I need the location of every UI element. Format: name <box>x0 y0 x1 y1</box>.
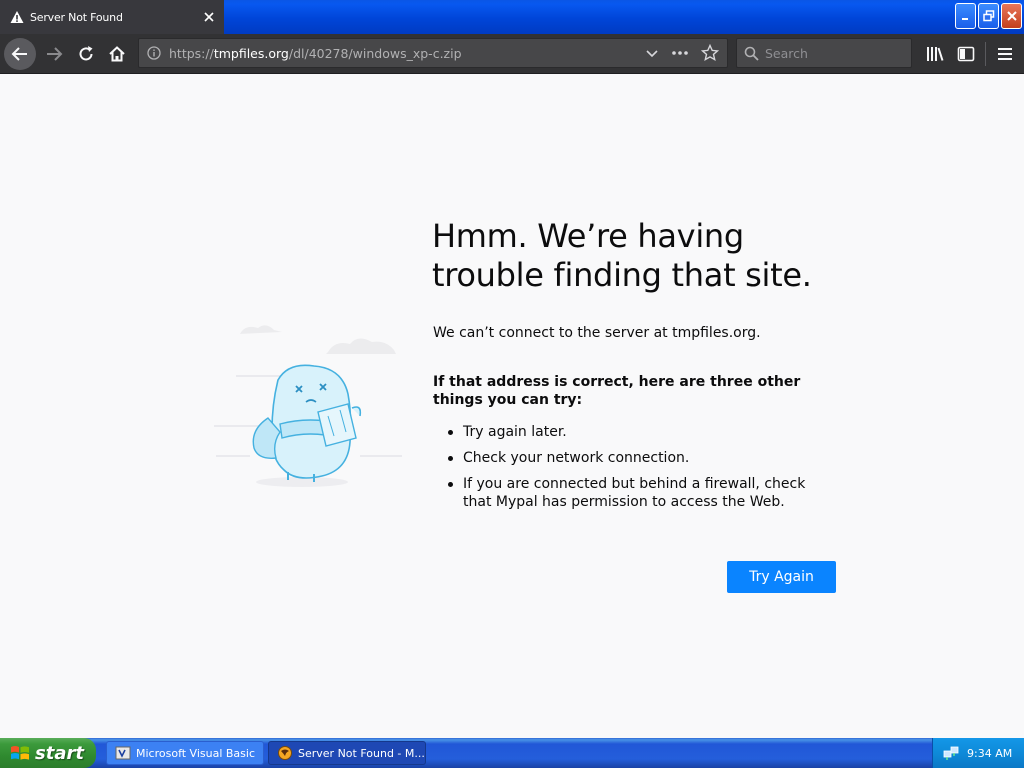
forward-button[interactable] <box>40 40 68 68</box>
page-actions-icon[interactable] <box>671 46 689 60</box>
home-icon <box>109 46 125 62</box>
tip-item: Try again later. <box>433 423 833 441</box>
taskbar-item-label: Microsoft Visual Basic <box>136 746 256 760</box>
sidebar-button[interactable] <box>952 40 980 68</box>
tab-title: Server Not Found <box>30 10 123 24</box>
page-content: Hmm. We’re having trouble finding that s… <box>0 75 1024 738</box>
taskbar-item-browser[interactable]: Server Not Found - M... <box>268 741 426 765</box>
url-text[interactable]: https://tmpfiles.org/dl/40278/windows_xp… <box>169 46 645 61</box>
taskbar-item-visual-basic[interactable]: Microsoft Visual Basic <box>106 741 264 765</box>
broken-connection-illustration <box>214 325 402 487</box>
reload-icon <box>79 46 93 61</box>
start-label: start <box>35 742 84 764</box>
chevron-down-icon[interactable] <box>645 46 659 60</box>
minimize-button[interactable] <box>955 3 976 29</box>
start-button[interactable]: start <box>0 738 96 768</box>
window-close-button[interactable] <box>1001 3 1022 29</box>
visual-basic-icon <box>115 746 131 760</box>
site-info-icon[interactable] <box>139 46 169 60</box>
restore-button[interactable] <box>978 3 999 29</box>
back-button[interactable] <box>4 38 36 70</box>
menu-button[interactable] <box>991 40 1019 68</box>
back-arrow-icon <box>11 47 27 61</box>
hamburger-menu-icon <box>998 48 1012 60</box>
search-icon <box>737 46 765 61</box>
tips-list: Try again later. Check your network conn… <box>433 423 833 519</box>
sidebar-icon <box>957 46 975 62</box>
library-button[interactable] <box>921 40 949 68</box>
warning-icon <box>10 11 24 23</box>
taskbar-item-label: Server Not Found - M... <box>298 746 425 760</box>
tip-item: Check your network connection. <box>433 449 833 467</box>
tab-close-icon[interactable] <box>194 2 224 32</box>
bookmark-star-icon[interactable] <box>701 44 719 62</box>
library-icon <box>927 47 944 61</box>
clock[interactable]: 9:34 AM <box>967 747 1012 760</box>
search-bar[interactable]: Search <box>736 38 912 68</box>
search-placeholder: Search <box>765 45 808 61</box>
error-title: Hmm. We’re having trouble finding that s… <box>432 217 812 294</box>
tips-heading: If that address is correct, here are thr… <box>433 374 801 408</box>
title-bar: Server Not Found <box>0 0 1024 34</box>
try-again-button[interactable]: Try Again <box>727 561 836 593</box>
forward-arrow-icon <box>47 47 63 61</box>
tab-server-not-found[interactable]: Server Not Found <box>0 0 224 34</box>
url-bar[interactable]: https://tmpfiles.org/dl/40278/windows_xp… <box>138 38 728 68</box>
system-tray: 9:34 AM <box>932 738 1024 768</box>
network-icon[interactable] <box>943 745 959 761</box>
navigation-toolbar: https://tmpfiles.org/dl/40278/windows_xp… <box>0 34 1024 74</box>
browser-icon <box>278 746 292 760</box>
tip-item: If you are connected but behind a firewa… <box>433 475 833 511</box>
reload-button[interactable] <box>72 40 100 68</box>
error-description: We can’t connect to the server at tmpfil… <box>433 325 761 341</box>
toolbar-separator <box>985 42 986 66</box>
taskbar: start Microsoft Visual Basic Server Not … <box>0 738 1024 768</box>
home-button[interactable] <box>103 40 131 68</box>
windows-flag-icon <box>11 746 29 760</box>
